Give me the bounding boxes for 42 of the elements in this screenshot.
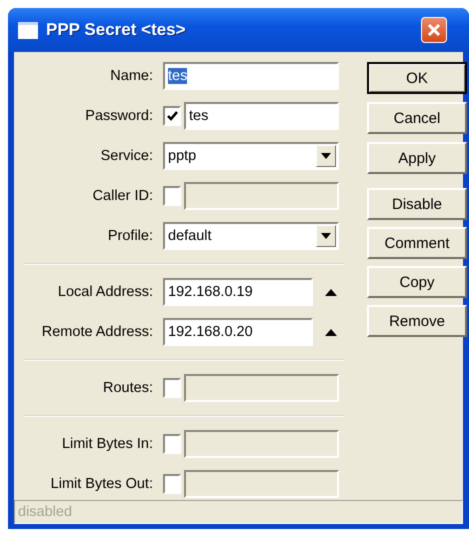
field-label: Caller ID:: [92, 188, 153, 204]
field-label: Limit Bytes In:: [60, 436, 153, 452]
field-label: Local Address:: [56, 284, 153, 300]
field-label: Remote Address:: [40, 324, 153, 340]
dialog-button[interactable]: Remove: [367, 305, 467, 337]
window-title: PPP Secret <tes>: [46, 20, 186, 40]
input-field[interactable]: 192.168.0.19: [163, 278, 313, 306]
input-field[interactable]: [184, 470, 339, 498]
checkbox[interactable]: [163, 186, 181, 206]
dropdown-field[interactable]: pptp: [163, 142, 339, 170]
input-field[interactable]: tes: [163, 62, 339, 90]
checkbox[interactable]: [163, 378, 181, 398]
input-field[interactable]: 192.168.0.20: [163, 318, 313, 346]
field-label: Limit Bytes Out:: [50, 476, 153, 492]
checkbox[interactable]: [163, 106, 181, 126]
dialog-button[interactable]: Copy: [367, 266, 467, 298]
field-label: Service:: [100, 148, 153, 164]
field-label: Routes:: [102, 380, 153, 396]
field-label: Password:: [84, 108, 153, 124]
dropdown-field[interactable]: default: [163, 222, 339, 250]
dialog-button[interactable]: Cancel: [367, 102, 467, 134]
close-button[interactable]: [421, 17, 447, 43]
input-field[interactable]: [184, 374, 339, 402]
input-field[interactable]: [184, 430, 339, 458]
status-bar: disabled: [14, 500, 463, 524]
input-field[interactable]: tes: [184, 102, 339, 130]
checkmark-icon: [166, 111, 178, 121]
window-icon: [18, 22, 38, 38]
dropdown-arrow-icon: [320, 232, 332, 240]
checkbox[interactable]: [163, 434, 181, 454]
dialog-button[interactable]: OK: [367, 62, 467, 94]
up-arrow-icon[interactable]: [325, 329, 337, 336]
dialog-button[interactable]: Disable: [367, 188, 467, 220]
input-field[interactable]: [184, 182, 339, 210]
dialog-button[interactable]: Apply: [367, 142, 467, 174]
close-icon: [427, 23, 441, 37]
dialog-button[interactable]: Comment: [367, 227, 467, 259]
field-label: Name:: [109, 68, 153, 84]
field-label: Profile:: [106, 228, 153, 244]
checkbox[interactable]: [163, 474, 181, 494]
up-arrow-icon[interactable]: [325, 289, 337, 296]
dropdown-arrow-icon: [320, 152, 332, 160]
